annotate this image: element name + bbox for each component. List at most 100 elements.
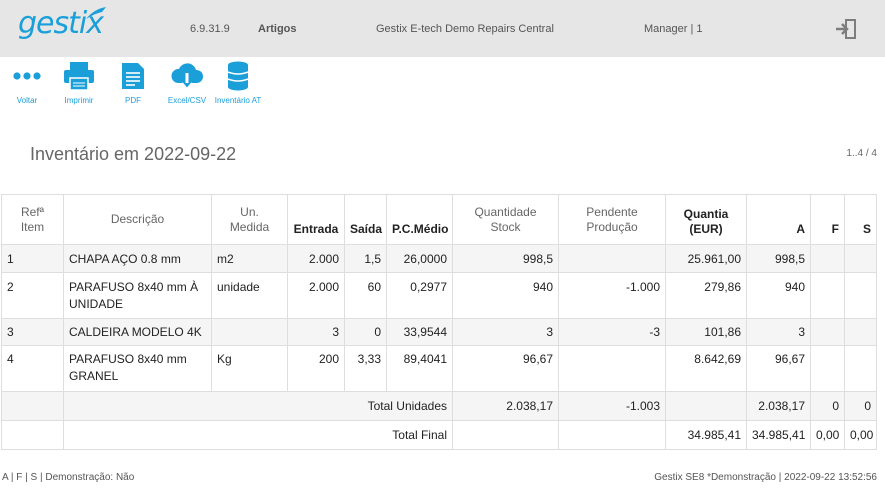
col-pending-production[interactable]: Pendente Produção: [558, 194, 666, 245]
total-units-f: 0: [810, 391, 845, 421]
col-ref[interactable]: Refª Item: [1, 194, 64, 245]
cell-quantity: 940: [452, 272, 559, 319]
document-icon: [122, 63, 144, 89]
table-header-row: Refª Item Descrição Un. Medida Entrada Saí…: [1, 194, 877, 245]
print-label: Imprimir: [64, 96, 94, 105]
total-units-a: 2.038,17: [746, 391, 811, 421]
cell-f: [810, 272, 845, 319]
cell-quantity: 3: [452, 318, 559, 346]
cell-entrada: 2.000: [287, 244, 345, 273]
col-saida[interactable]: Saída: [344, 194, 387, 245]
module-label: Artigos: [258, 23, 297, 35]
toolbar: Voltar Imprimir PDF Excel/CSV Inventário…: [0, 60, 885, 110]
cell-a: 3: [746, 318, 811, 346]
pager-label: 1..4 / 4: [846, 148, 877, 159]
cell-s: [844, 272, 877, 319]
cell-quantia: 279,86: [665, 272, 747, 319]
cell-f: [810, 345, 845, 392]
cell-saida: 1,5: [344, 244, 387, 273]
cell-ref: 3: [1, 318, 64, 346]
cell-saida: 0: [344, 318, 387, 346]
total-units-row: Total Unidades 2.038,17 -1.003 2.038,17 …: [1, 391, 877, 421]
cell-s: [844, 345, 877, 392]
back-label: Voltar: [16, 96, 38, 105]
cell-pc-medio: 0,2977: [386, 272, 453, 319]
cell-description: PARAFUSO 8x40 mm GRANEL: [63, 345, 212, 392]
col-entrada[interactable]: Entrada: [287, 194, 345, 245]
cell-quantia: 25.961,00: [665, 244, 747, 273]
company-label: Gestix E-tech Demo Repairs Central: [376, 23, 554, 35]
table-row[interactable]: 2 PARAFUSO 8x40 mm À UNIDADE unidade 2.0…: [1, 272, 877, 319]
logout-icon[interactable]: [834, 18, 858, 40]
cell-s: [844, 318, 877, 346]
cell-entrada: 200: [287, 345, 345, 392]
total-final-label: Total Final: [63, 420, 453, 450]
table-row[interactable]: 4 PARAFUSO 8x40 mm GRANEL Kg 200 3,33 89…: [1, 345, 877, 392]
inventory-at-label: Inventário AT: [214, 96, 262, 105]
total-final-a: 34.985,41: [746, 420, 811, 450]
logo-swoosh-icon: [86, 7, 106, 19]
top-bar: gestix 6.9.31.9 Artigos Gestix E-tech De…: [0, 0, 885, 57]
col-quantia[interactable]: Quantia (EUR): [665, 194, 747, 245]
cell-entrada: 3: [287, 318, 345, 346]
table-row[interactable]: 3 CALDEIRA MODELO 4K 3 0 33,9544 3 -3 10…: [1, 318, 877, 346]
cell-pc-medio: 26,0000: [386, 244, 453, 273]
col-f[interactable]: F: [810, 194, 845, 245]
cell-saida: 3,33: [344, 345, 387, 392]
cell-quantia: 8.642,69: [665, 345, 747, 392]
cell-entrada: 2.000: [287, 272, 345, 319]
cell-empty: [665, 391, 747, 421]
cell-pending: [558, 244, 666, 273]
total-final-f: 0,00: [810, 420, 845, 450]
pdf-button[interactable]: PDF: [117, 60, 149, 105]
cell-saida: 60: [344, 272, 387, 319]
cell-a: 96,67: [746, 345, 811, 392]
total-units-label: Total Unidades: [63, 391, 453, 421]
cell-f: [810, 318, 845, 346]
excel-csv-button[interactable]: Excel/CSV: [166, 60, 208, 105]
print-button[interactable]: Imprimir: [60, 60, 98, 105]
col-s[interactable]: S: [844, 194, 877, 245]
excel-csv-label: Excel/CSV: [167, 96, 207, 105]
cell-ref: 4: [1, 345, 64, 392]
total-final-quantia: 34.985,41: [665, 420, 747, 450]
cell-quantity: 96,67: [452, 345, 559, 392]
page-title: Inventário em 2022-09-22: [30, 144, 237, 164]
cell-pc-medio: 33,9544: [386, 318, 453, 346]
cell-pc-medio: 89,4041: [386, 345, 453, 392]
database-icon: [227, 61, 249, 91]
cell-empty: [558, 420, 666, 450]
footer-info: Gestix SE8 *Demonstração | 2022-09-22 13…: [654, 472, 877, 483]
col-pc-medio[interactable]: P.C.Médio: [386, 194, 453, 245]
user-label[interactable]: Manager | 1: [644, 23, 703, 35]
more-dots-icon: [13, 72, 41, 80]
cell-quantity: 998,5: [452, 244, 559, 273]
version-label: 6.9.31.9: [190, 23, 230, 35]
cell-description: CALDEIRA MODELO 4K: [63, 318, 212, 346]
cell-empty: [1, 391, 64, 421]
cell-pending: [558, 345, 666, 392]
total-final-row: Total Final 34.985,41 34.985,41 0,00 0,0…: [1, 420, 877, 450]
back-button[interactable]: Voltar: [10, 60, 44, 105]
cell-unit: m2: [211, 244, 288, 273]
printer-icon: [64, 62, 94, 91]
col-quantity-stock[interactable]: Quantidade Stock: [452, 194, 559, 245]
inventory-at-button[interactable]: Inventário AT: [213, 60, 263, 105]
cell-empty: [1, 420, 64, 450]
cell-s: [844, 244, 877, 273]
cell-ref: 2: [1, 272, 64, 319]
cell-description: CHAPA AÇO 0.8 mm: [63, 244, 212, 273]
cell-unit: Kg: [211, 345, 288, 392]
col-a[interactable]: A: [746, 194, 811, 245]
pdf-label: PDF: [125, 96, 141, 105]
total-units-pending: -1.003: [558, 391, 666, 421]
cell-f: [810, 244, 845, 273]
table-row[interactable]: 1 CHAPA AÇO 0.8 mm m2 2.000 1,5 26,0000 …: [1, 244, 877, 273]
cell-pending: -1.000: [558, 272, 666, 319]
total-units-s: 0: [844, 391, 877, 421]
footer-legend: A | F | S | Demonstração: Não: [2, 472, 135, 483]
col-description[interactable]: Descrição: [63, 194, 212, 245]
cell-unit: unidade: [211, 272, 288, 319]
cell-description: PARAFUSO 8x40 mm À UNIDADE: [63, 272, 212, 319]
col-unit[interactable]: Un. Medida: [211, 194, 288, 245]
